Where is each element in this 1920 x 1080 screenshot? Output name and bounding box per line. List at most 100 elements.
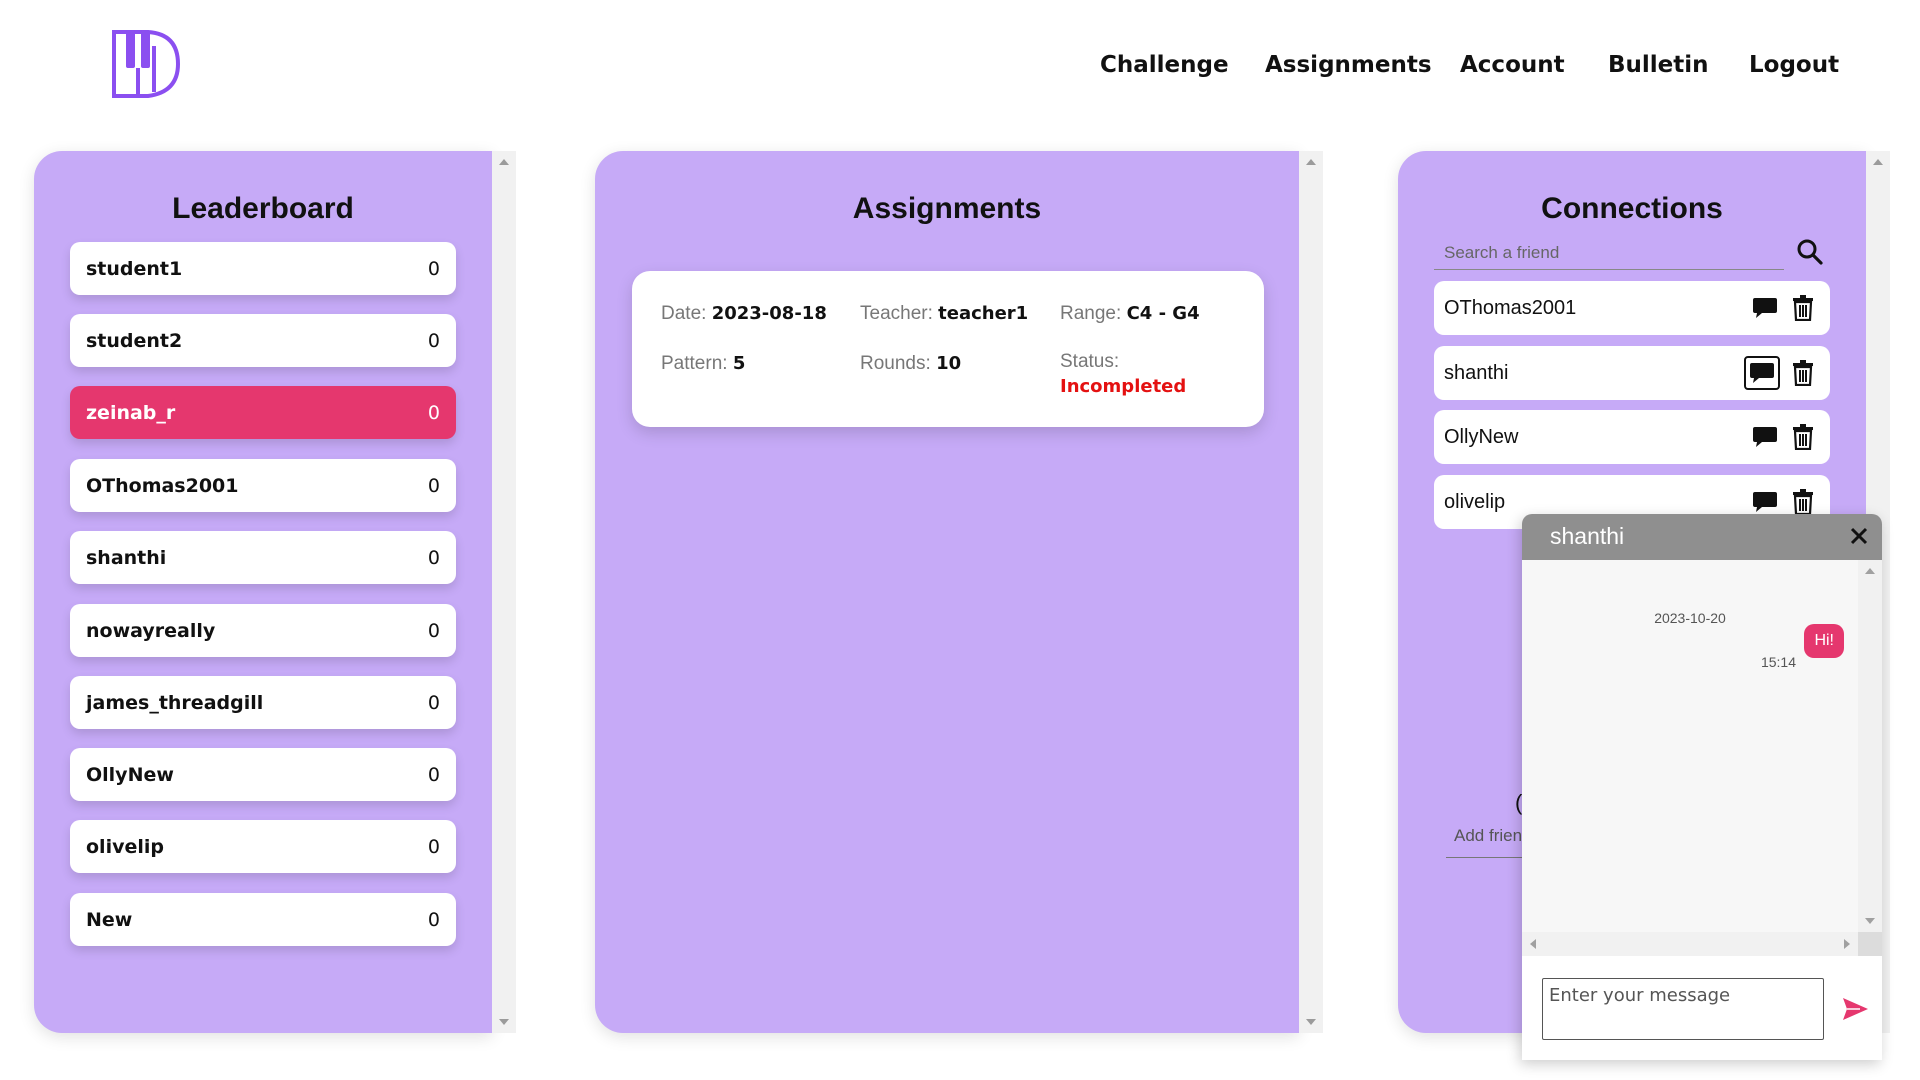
scroll-down-icon[interactable] [1306, 1019, 1316, 1025]
leaderboard-score: 0 [427, 619, 440, 642]
connection-name: shanthi [1444, 361, 1509, 384]
delete-button[interactable] [1788, 293, 1818, 323]
leaderboard-row[interactable]: OllyNew 0 [70, 748, 456, 801]
chat-date: 2023-10-20 [1654, 610, 1726, 626]
leaderboard-score: 0 [427, 691, 440, 714]
add-friend-input-partial[interactable]: Add frien [1454, 826, 1522, 846]
assignments-scrollbar[interactable] [1299, 151, 1323, 1033]
leaderboard-scrollbar[interactable] [492, 151, 516, 1033]
chat-contact-name: shanthi [1550, 523, 1625, 549]
chat-button[interactable] [1750, 487, 1780, 517]
leaderboard-name: james_threadgill [86, 691, 264, 714]
leaderboard-row[interactable]: OThomas2001 0 [70, 459, 456, 512]
scroll-up-icon[interactable] [1873, 159, 1883, 165]
leaderboard-score: 0 [427, 763, 440, 786]
chat-button[interactable] [1750, 293, 1780, 323]
leaderboard-name: zeinab_r [86, 401, 176, 424]
trash-icon [1793, 424, 1813, 450]
leaderboard-name: New [86, 908, 133, 931]
pattern-field: Pattern: 5 [661, 353, 746, 374]
nav-challenge[interactable]: Challenge [1100, 52, 1229, 78]
search-input[interactable] [1434, 236, 1784, 269]
leaderboard-row[interactable]: james_threadgill 0 [70, 676, 456, 729]
rounds-value: 10 [936, 353, 962, 374]
trash-icon [1793, 489, 1813, 515]
teacher-field: Teacher: teacher1 [860, 303, 1029, 324]
range-field: Range: C4 - G4 [1060, 303, 1200, 324]
scrollbar-corner [1858, 932, 1882, 956]
scroll-down-icon[interactable] [1865, 918, 1875, 924]
chat-messages[interactable]: 2023-10-20 Hi! 15:14 [1522, 560, 1858, 932]
pattern-value: 5 [732, 353, 746, 374]
trash-icon [1793, 360, 1813, 386]
connection-item[interactable]: OllyNew [1434, 410, 1830, 464]
leaderboard-row[interactable]: olivelip 0 [70, 820, 456, 873]
chat-button[interactable] [1750, 422, 1780, 452]
scroll-down-icon[interactable] [499, 1019, 509, 1025]
assignment-card[interactable]: Date: 2023-08-18 Teacher: teacher1 Range… [632, 271, 1264, 427]
message-time: 15:14 [1760, 654, 1796, 670]
leaderboard-row[interactable]: student2 0 [70, 314, 456, 367]
delete-button[interactable] [1788, 358, 1818, 388]
chat-header: shanthi [1522, 514, 1882, 560]
nav-logout[interactable]: Logout [1749, 52, 1839, 78]
teacher-value: teacher1 [938, 303, 1029, 324]
scroll-right-icon[interactable] [1844, 939, 1850, 949]
chat-bubble-icon [1753, 427, 1777, 447]
leaderboard-name: olivelip [86, 835, 164, 858]
leaderboard-row[interactable]: student1 0 [70, 242, 456, 295]
message-input[interactable] [1542, 978, 1824, 1040]
chat-bubble-icon [1753, 298, 1777, 318]
date-value: 2023-08-18 [711, 303, 827, 324]
leaderboard-score: 0 [427, 908, 440, 931]
chat-vertical-scrollbar[interactable] [1858, 560, 1882, 932]
scroll-up-icon[interactable] [499, 159, 509, 165]
leaderboard-score: 0 [427, 474, 440, 497]
leaderboard-name: shanthi [86, 546, 167, 569]
rounds-field: Rounds: 10 [860, 353, 962, 374]
leaderboard-name: OllyNew [86, 763, 174, 786]
chat-bubble-icon [1753, 492, 1777, 512]
scroll-left-icon[interactable] [1530, 939, 1536, 949]
close-icon[interactable] [1846, 523, 1872, 549]
add-friend-underline [1446, 857, 1526, 858]
leaderboard-name: OThomas2001 [86, 474, 239, 497]
nav-assignments[interactable]: Assignments [1265, 52, 1432, 78]
connections-title: Connections [1541, 192, 1723, 225]
nav-bulletin[interactable]: Bulletin [1608, 52, 1709, 78]
leaderboard-title: Leaderboard [172, 192, 354, 225]
search-icon[interactable] [1796, 238, 1824, 266]
leaderboard-name: student1 [86, 257, 183, 280]
leaderboard-row[interactable]: nowayreally 0 [70, 604, 456, 657]
delete-button[interactable] [1788, 422, 1818, 452]
connection-name: olivelip [1444, 490, 1506, 513]
leaderboard-score: 0 [427, 546, 440, 569]
leaderboard-row[interactable]: New 0 [70, 893, 456, 946]
date-field: Date: 2023-08-18 [661, 303, 827, 324]
connection-item[interactable]: OThomas2001 [1434, 281, 1830, 335]
leaderboard-score: 0 [427, 329, 440, 352]
scroll-up-icon[interactable] [1306, 159, 1316, 165]
leaderboard-row[interactable]: shanthi 0 [70, 531, 456, 584]
leaderboard-score: 0 [427, 401, 440, 424]
nav-account[interactable]: Account [1460, 52, 1565, 78]
message-bubble: Hi! [1804, 624, 1844, 658]
delete-button[interactable] [1788, 487, 1818, 517]
friend-search [1434, 236, 1784, 270]
leaderboard-row-active[interactable]: zeinab_r 0 [70, 386, 456, 439]
chat-bubble-icon [1750, 363, 1774, 383]
chat-horizontal-scrollbar[interactable] [1522, 932, 1858, 956]
connection-name: OllyNew [1444, 425, 1519, 448]
send-icon[interactable] [1840, 994, 1870, 1024]
connection-item[interactable]: shanthi [1434, 346, 1830, 400]
assignments-title: Assignments [852, 192, 1042, 225]
range-value: C4 - G4 [1126, 303, 1200, 324]
logo-icon[interactable] [108, 26, 184, 102]
chat-button[interactable] [1744, 356, 1780, 390]
leaderboard-score: 0 [427, 257, 440, 280]
status-field: Status: Incompleted [1060, 351, 1187, 397]
trash-icon [1793, 295, 1813, 321]
status-value: Incompleted [1060, 376, 1187, 397]
scroll-up-icon[interactable] [1865, 568, 1875, 574]
leaderboard-name: student2 [86, 329, 183, 352]
